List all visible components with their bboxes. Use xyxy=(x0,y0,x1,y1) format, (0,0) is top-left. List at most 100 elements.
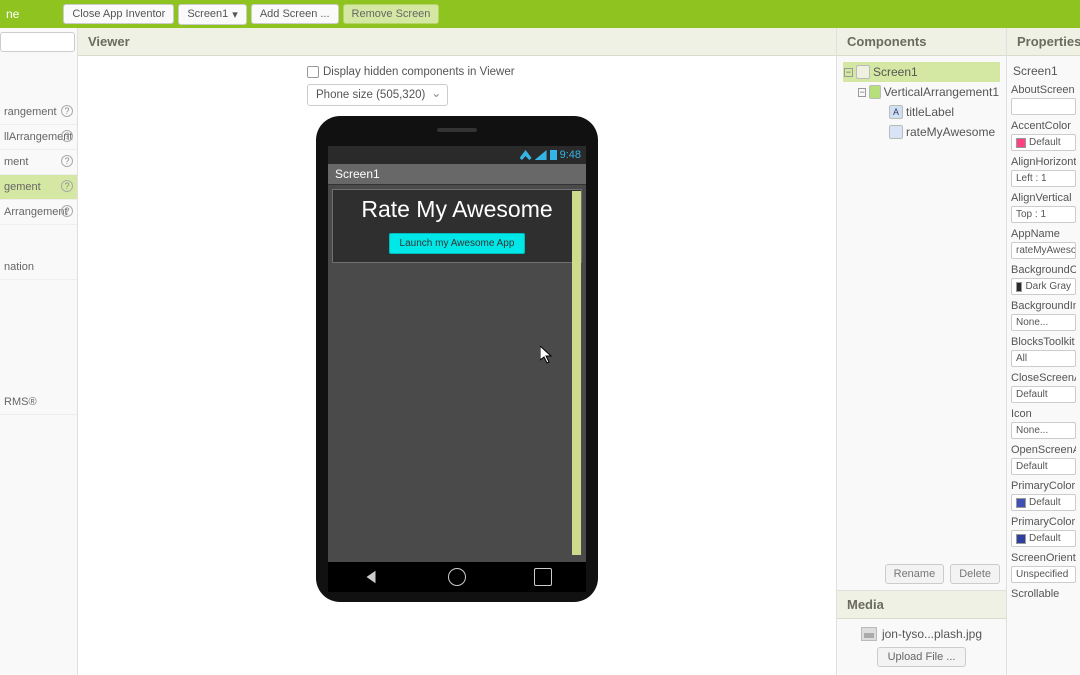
right-panels: Components − Screen1 − VerticalArrangeme… xyxy=(836,28,1080,675)
palette-search-input[interactable] xyxy=(0,32,75,52)
phone-earpiece-icon xyxy=(437,128,477,132)
media-file-row[interactable]: jon-tyso...plash.jpg xyxy=(861,627,982,641)
media-header: Media xyxy=(837,591,1006,619)
palette-panel: rangement? llArrangement? ment? gement? … xyxy=(0,28,78,675)
align-horizontal-select[interactable]: Left : 1 xyxy=(1011,170,1076,187)
viewer-controls: Display hidden components in Viewer Phon… xyxy=(307,66,607,106)
top-toolbar: ne Close App Inventor Screen1 ▾ Add Scre… xyxy=(0,0,1080,28)
phone-statusbar: 9:48 xyxy=(328,146,586,164)
about-input[interactable] xyxy=(1011,98,1076,115)
component-actions: Rename Delete xyxy=(837,558,1006,590)
palette-item[interactable]: ment? xyxy=(0,150,77,175)
project-name-fragment: ne xyxy=(6,7,59,21)
prop-primary: PrimaryColorDefault xyxy=(1011,480,1076,511)
components-header: Components xyxy=(837,28,1006,56)
label-icon: A xyxy=(889,105,903,119)
components-panel: Components − Screen1 − VerticalArrangeme… xyxy=(836,28,1006,675)
help-icon[interactable]: ? xyxy=(61,155,73,167)
tree-label-row[interactable]: A titleLabel xyxy=(843,102,1000,122)
close-anim-select[interactable]: Default xyxy=(1011,386,1076,403)
prop-scrollable: Scrollable xyxy=(1011,588,1076,600)
properties-panel: Properties Screen1 AboutScreen AccentCol… xyxy=(1006,28,1080,675)
screen-selector-label: Screen1 xyxy=(187,8,228,20)
prop-accent: AccentColorDefault xyxy=(1011,120,1076,151)
primary-color-select[interactable]: Default xyxy=(1011,494,1076,511)
vertical-arrangement[interactable]: Rate My Awesome Launch my Awesome App xyxy=(332,189,582,263)
collapse-icon[interactable]: − xyxy=(858,88,866,97)
prop-about: AboutScreen xyxy=(1011,84,1076,115)
media-panel: Media jon-tyso...plash.jpg Upload File .… xyxy=(837,590,1006,675)
media-body: jon-tyso...plash.jpg Upload File ... xyxy=(837,619,1006,675)
help-icon[interactable]: ? xyxy=(61,105,73,117)
orientation-select[interactable]: Unspecified xyxy=(1011,566,1076,583)
palette-item[interactable]: Arrangement? xyxy=(0,200,77,225)
phone-screen[interactable]: 9:48 Screen1 Rate My Awesome Launch my A… xyxy=(328,146,586,592)
palette-item[interactable]: gement? xyxy=(0,175,77,200)
rename-button[interactable]: Rename xyxy=(885,564,945,584)
prop-primarydark: PrimaryColorDaDefault xyxy=(1011,516,1076,547)
prop-orientation: ScreenOrientatiUnspecified xyxy=(1011,552,1076,583)
title-label[interactable]: Rate My Awesome xyxy=(361,196,552,223)
palette-item[interactable]: llArrangement? xyxy=(0,125,77,150)
prop-alignv: AlignVerticalTop : 1 xyxy=(1011,192,1076,223)
primary-dark-select[interactable]: Default xyxy=(1011,530,1076,547)
screen-selector-dropdown[interactable]: Screen1 ▾ xyxy=(178,4,247,25)
app-canvas[interactable]: Rate My Awesome Launch my Awesome App xyxy=(328,185,586,562)
display-hidden-checkbox[interactable]: Display hidden components in Viewer xyxy=(307,66,515,78)
open-anim-select[interactable]: Default xyxy=(1011,458,1076,475)
phone-size-select[interactable]: Phone size (505,320) xyxy=(307,84,448,106)
upload-file-button[interactable]: Upload File ... xyxy=(877,647,967,667)
layout-icon xyxy=(869,85,881,99)
palette-item[interactable]: rangement? xyxy=(0,100,77,125)
viewer-header: Viewer xyxy=(78,28,836,56)
help-icon[interactable]: ? xyxy=(61,130,73,142)
screen-title-bar: Screen1 xyxy=(328,164,586,185)
tree-screen-row[interactable]: − Screen1 xyxy=(843,62,1000,82)
wifi-icon xyxy=(520,150,532,160)
color-swatch-icon xyxy=(1016,138,1026,148)
recent-icon xyxy=(534,568,552,586)
properties-subject: Screen1 xyxy=(1011,60,1076,84)
accent-color-select[interactable]: Default xyxy=(1011,134,1076,151)
bg-color-select[interactable]: Dark Gray xyxy=(1011,278,1076,295)
appname-input[interactable]: rateMyAwesome xyxy=(1011,242,1076,259)
blocks-toolkit-select[interactable]: All xyxy=(1011,350,1076,367)
close-app-inventor-button[interactable]: Close App Inventor xyxy=(63,4,174,24)
checkbox-icon xyxy=(307,66,319,78)
tree-va-row[interactable]: − VerticalArrangement1 xyxy=(843,82,1000,102)
prop-blocks: BlocksToolkitAll xyxy=(1011,336,1076,367)
color-swatch-icon xyxy=(1016,498,1026,508)
palette-category[interactable]: nation xyxy=(0,255,77,280)
status-time: 9:48 xyxy=(560,149,581,161)
delete-button[interactable]: Delete xyxy=(950,564,1000,584)
help-icon[interactable]: ? xyxy=(61,180,73,192)
signal-icon xyxy=(535,150,547,160)
battery-icon xyxy=(550,150,557,160)
back-icon xyxy=(362,568,380,586)
chevron-down-icon: ▾ xyxy=(232,8,238,21)
properties-list: Screen1 AboutScreen AccentColorDefault A… xyxy=(1007,56,1080,609)
color-swatch-icon xyxy=(1016,282,1022,292)
phone-navbar xyxy=(328,562,586,592)
launch-app-button[interactable]: Launch my Awesome App xyxy=(389,233,526,254)
viewer-body: Display hidden components in Viewer Phon… xyxy=(78,56,836,675)
prop-bgimage: BackgroundImaNone... xyxy=(1011,300,1076,331)
button-icon xyxy=(889,125,903,139)
prop-alignh: AlignHorizontalLeft : 1 xyxy=(1011,156,1076,187)
icon-select[interactable]: None... xyxy=(1011,422,1076,439)
home-icon xyxy=(448,568,466,586)
tree-button-row[interactable]: rateMyAwesome xyxy=(843,122,1000,142)
prop-appname: AppNamerateMyAwesome xyxy=(1011,228,1076,259)
bg-image-select[interactable]: None... xyxy=(1011,314,1076,331)
component-tree: − Screen1 − VerticalArrangement1 A title… xyxy=(837,56,1006,558)
remove-screen-button[interactable]: Remove Screen xyxy=(343,4,440,24)
palette-category[interactable]: RMS® xyxy=(0,390,77,415)
help-icon[interactable]: ? xyxy=(61,205,73,217)
color-swatch-icon xyxy=(1016,534,1026,544)
phone-mockup: 9:48 Screen1 Rate My Awesome Launch my A… xyxy=(316,116,598,602)
scroll-indicator xyxy=(572,191,581,555)
prop-closeanim: CloseScreenAniDefault xyxy=(1011,372,1076,403)
add-screen-button[interactable]: Add Screen ... xyxy=(251,4,339,24)
collapse-icon[interactable]: − xyxy=(844,68,853,77)
align-vertical-select[interactable]: Top : 1 xyxy=(1011,206,1076,223)
